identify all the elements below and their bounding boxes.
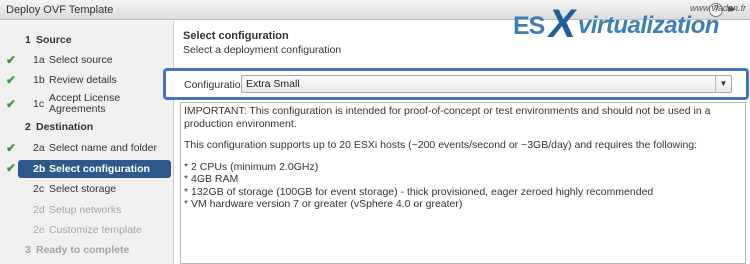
page-subtitle: Select a deployment configuration: [183, 44, 342, 56]
step-number: 2d: [33, 204, 45, 216]
watermark-virtualization: virtualization: [578, 12, 720, 39]
configuration-row-highlight: Configuration: Extra Small ▼: [163, 68, 749, 100]
main-content: Select configuration Select a deployment…: [163, 21, 750, 264]
step-label: Ready to complete: [36, 244, 130, 256]
step-number: 1c: [33, 98, 45, 110]
step-number: 2a: [33, 142, 45, 154]
step-2a-select-name-folder[interactable]: ✔ 2a Select name and folder: [0, 139, 174, 157]
description-important: IMPORTANT: This configuration is intende…: [184, 105, 711, 130]
step-number: 2c: [33, 183, 45, 195]
step-2b-select-configuration[interactable]: 2b Select configuration: [18, 160, 171, 178]
configuration-dropdown[interactable]: Extra Small ▼: [241, 75, 732, 93]
watermark-logo: www.vladan.fr ES X virtualization: [505, 0, 750, 48]
step-label: Select storage: [49, 183, 117, 195]
step-number: 1b: [33, 74, 45, 86]
step-number: 1a: [33, 54, 45, 66]
step-2-destination: 2 Destination: [0, 118, 174, 136]
requirement-item: * 4GB RAM: [184, 173, 239, 185]
configuration-description: IMPORTANT: This configuration is intende…: [180, 102, 746, 264]
step-label: Select source: [49, 54, 113, 66]
step-label: Accept License Agreements: [49, 92, 121, 115]
requirement-item: * VM hardware version 7 or greater (vSph…: [184, 198, 463, 210]
step-number: 2: [25, 121, 31, 133]
checkmark-icon: ✔: [6, 73, 17, 87]
step-label: Select configuration: [49, 163, 150, 175]
step-1a-select-source[interactable]: ✔ 1a Select source: [0, 51, 174, 69]
step-label: Select name and folder: [49, 142, 157, 154]
watermark-x: X: [545, 2, 580, 46]
step-label: Source: [36, 34, 72, 46]
step-2d-setup-networks: 2d Setup networks: [0, 201, 174, 219]
step-1c-accept-license[interactable]: ✔ 1c Accept License Agreements: [0, 91, 174, 117]
step-3-ready-to-complete: 3 Ready to complete: [0, 241, 174, 259]
step-label: Review details: [49, 74, 117, 86]
checkmark-icon: ✔: [6, 161, 17, 175]
checkmark-icon: ✔: [6, 97, 17, 111]
checkmark-icon: ✔: [6, 141, 17, 155]
step-label: Setup networks: [49, 204, 122, 216]
requirement-item: * 2 CPUs (minimum 2.0GHz): [184, 160, 319, 173]
step-1-source: 1 Source: [0, 31, 174, 49]
step-2e-customize-template: 2e Customize template: [0, 221, 174, 239]
step-number: 3: [25, 244, 31, 256]
step-number: 1: [25, 34, 31, 46]
configuration-selected-value: Extra Small: [246, 78, 300, 90]
page-title: Select configuration: [183, 30, 289, 42]
dialog-title: Deploy OVF Template: [6, 4, 114, 16]
requirement-item: * 132GB of storage (100GB for event stor…: [184, 185, 654, 198]
watermark-es: ES: [513, 12, 545, 40]
step-label: Customize template: [49, 224, 142, 236]
step-1b-review-details[interactable]: ✔ 1b Review details: [0, 71, 174, 89]
wizard-steps-sidebar: 1 Source ✔ 1a Select source ✔ 1b Review …: [0, 21, 174, 264]
step-2c-select-storage[interactable]: 2c Select storage: [0, 180, 174, 198]
description-supports: This configuration supports up to 20 ESX…: [184, 139, 698, 151]
configuration-label: Configuration:: [184, 79, 250, 91]
dropdown-arrow-icon[interactable]: ▼: [715, 76, 731, 92]
step-number: 2e: [33, 224, 45, 236]
checkmark-icon: ✔: [6, 53, 17, 67]
step-number: 2b: [33, 163, 46, 175]
step-label: Destination: [36, 121, 94, 133]
